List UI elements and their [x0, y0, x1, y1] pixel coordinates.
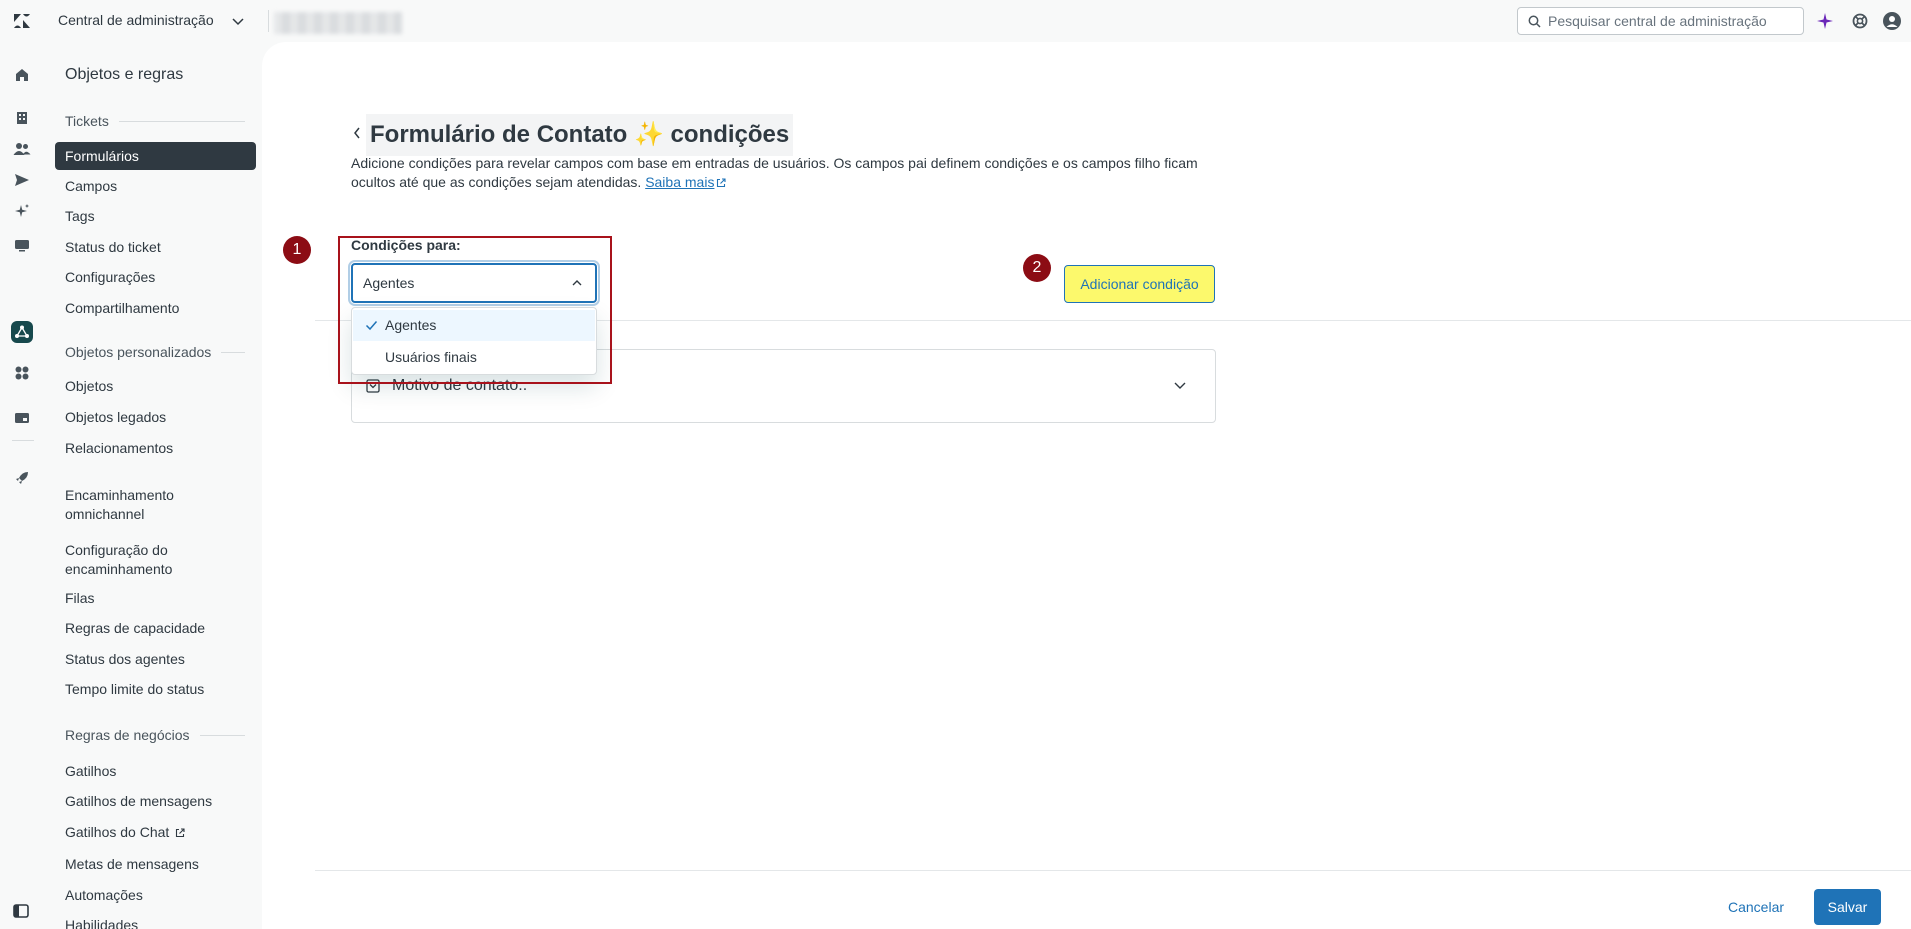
nav-item-formularios[interactable]: Formulários — [55, 142, 256, 170]
objects-rules-icon[interactable] — [11, 321, 33, 343]
apps-icon[interactable] — [11, 362, 33, 384]
nav-section-tickets: Tickets — [65, 113, 245, 129]
cancel-button[interactable]: Cancelar — [1717, 889, 1795, 925]
annotation-badge-2: 2 — [1023, 254, 1051, 282]
nav-item-tags[interactable]: Tags — [55, 202, 256, 230]
chevron-up-icon — [572, 280, 582, 286]
nav-item-habilidades[interactable]: Habilidades — [55, 911, 256, 929]
dropdown-field-icon — [366, 379, 380, 393]
option-label: Usuários finais — [385, 349, 477, 365]
secondary-nav: Objetos e regras Tickets Formulários Cam… — [46, 42, 262, 929]
nav-item-label: Gatilhos do Chat — [65, 824, 170, 840]
product-rail — [0, 42, 46, 929]
rail-divider — [12, 440, 34, 441]
ai-sparkle-icon[interactable] — [1815, 11, 1835, 31]
description-text: Adicione condições para revelar campos c… — [351, 155, 1198, 190]
nav-section-regras-de-negocios: Regras de negócios — [65, 727, 245, 743]
nav-item-relacionamentos[interactable]: Relacionamentos — [55, 434, 256, 462]
nav-item-tempo-limite-do-status[interactable]: Tempo limite do status — [55, 675, 256, 703]
annotation-badge-1: 1 — [283, 236, 311, 264]
nav-item-gatilhos-do-chat[interactable]: Gatilhos do Chat — [55, 818, 256, 846]
external-link-icon — [176, 828, 185, 838]
conditions-for-label: Condições para: — [351, 237, 461, 253]
conditions-dropdown-menu: Agentes Usuários finais — [351, 307, 597, 375]
back-chevron-icon[interactable] — [352, 126, 362, 140]
building-icon[interactable] — [11, 107, 33, 129]
nav-item-campos[interactable]: Campos — [55, 172, 256, 200]
nav-item-filas[interactable]: Filas — [55, 584, 256, 612]
external-link-icon — [717, 178, 727, 188]
top-bar: Central de administração — [0, 0, 1911, 42]
nav-item-compartilhamento[interactable]: Compartilhamento — [55, 294, 256, 322]
page-description: Adicione condições para revelar campos c… — [351, 154, 1211, 192]
option-label: Agentes — [385, 317, 437, 333]
search-icon — [1528, 15, 1541, 28]
nav-item-objetos[interactable]: Objetos — [55, 372, 256, 400]
nav-item-status-dos-agentes[interactable]: Status dos agentes — [55, 645, 256, 673]
main-content: Formulário de Contato ✨ condições Adicio… — [262, 42, 1911, 929]
dropdown-option-agentes[interactable]: Agentes — [353, 310, 595, 341]
zendesk-logo-icon[interactable] — [12, 11, 32, 31]
nav-item-automacoes[interactable]: Automações — [55, 881, 256, 909]
home-icon[interactable] — [11, 64, 33, 86]
dropdown-option-usuarios-finais[interactable]: Usuários finais — [353, 342, 595, 373]
people-icon[interactable] — [11, 138, 33, 160]
user-avatar-icon[interactable] — [1882, 11, 1902, 31]
nav-item-configuracoes[interactable]: Configurações — [55, 263, 256, 291]
send-icon[interactable] — [11, 169, 33, 191]
account-name-redacted — [274, 12, 402, 34]
app-title[interactable]: Central de administração — [58, 12, 214, 28]
help-icon[interactable] — [1850, 11, 1870, 31]
learn-more-link[interactable]: Saiba mais — [645, 174, 714, 190]
nav-section-encaminhamento: Encaminhamento omnichannel — [65, 487, 174, 522]
nav-section-objetos-personalizados: Objetos personalizados — [65, 344, 245, 360]
rocket-icon[interactable] — [11, 467, 33, 489]
collapse-sidebar-icon[interactable] — [12, 902, 30, 920]
account-icon[interactable] — [11, 407, 33, 429]
select-value: Agentes — [363, 275, 415, 291]
nav-item-metas-de-mensagens[interactable]: Metas de mensagens — [55, 850, 256, 878]
save-button[interactable]: Salvar — [1814, 889, 1881, 925]
nav-item-gatilhos[interactable]: Gatilhos — [55, 757, 256, 785]
nav-title: Objetos e regras — [65, 66, 184, 83]
conditions-for-select[interactable]: Agentes — [351, 263, 597, 303]
ai-icon[interactable] — [11, 200, 33, 222]
check-icon — [365, 321, 378, 331]
nav-item-regras-de-capacidade[interactable]: Regras de capacidade — [55, 614, 256, 642]
nav-item-objetos-legados[interactable]: Objetos legados — [55, 403, 256, 431]
workspaces-icon[interactable] — [11, 234, 33, 256]
add-condition-button[interactable]: Adicionar condição — [1064, 265, 1215, 303]
chevron-down-icon[interactable] — [230, 13, 246, 29]
search-field[interactable] — [1517, 7, 1804, 35]
chevron-down-icon[interactable] — [1173, 380, 1187, 390]
field-label: Motivo de contato.. — [392, 377, 528, 394]
divider — [268, 10, 269, 32]
footer-divider — [315, 870, 1911, 871]
nav-item-status-do-ticket[interactable]: Status do ticket — [55, 233, 256, 261]
nav-item-gatilhos-de-mensagens[interactable]: Gatilhos de mensagens — [55, 787, 256, 815]
page-title: Formulário de Contato ✨ condições — [366, 114, 794, 156]
nav-item-configuracao-encaminhamento[interactable]: Configuração do encaminhamento — [55, 540, 205, 580]
search-input[interactable] — [1548, 12, 1798, 30]
